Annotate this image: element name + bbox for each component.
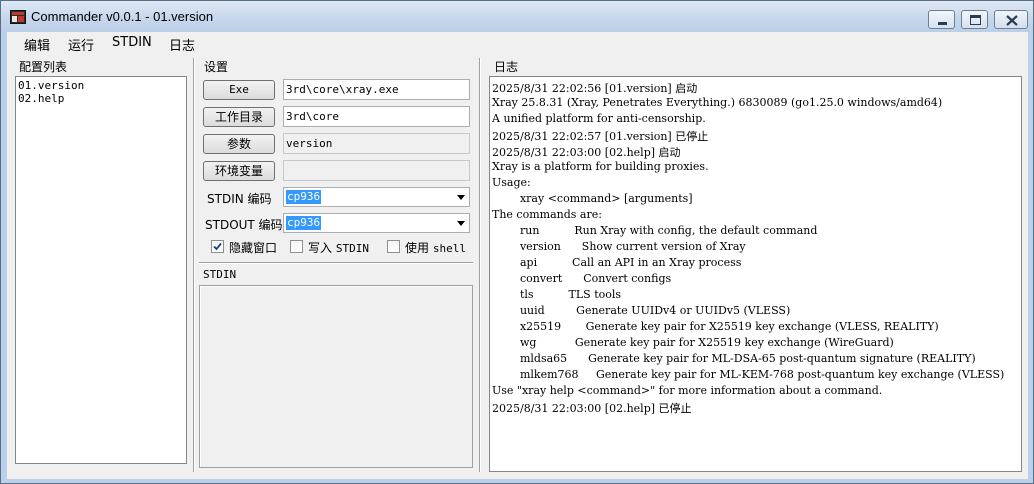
- log-line: version Show current version of Xray: [492, 240, 746, 253]
- window-title: Commander v0.0.1 - 01.version: [31, 9, 214, 24]
- menu-edit[interactable]: 编辑: [24, 35, 50, 54]
- config-list-label: 配置列表: [19, 60, 68, 74]
- settings-label: 设置: [204, 60, 229, 74]
- menu-run[interactable]: 运行: [68, 35, 94, 54]
- stdout-encoding-label: STDOUT 编码: [205, 218, 283, 232]
- write-stdin-prefix: 写入: [308, 241, 333, 255]
- log-line: run Run Xray with config, the default co…: [492, 224, 818, 237]
- use-shell-label: 使用 shell: [405, 239, 466, 256]
- close-button[interactable]: [994, 10, 1028, 29]
- checkmark-icon: [213, 242, 222, 251]
- log-line: xray <command> [arguments]: [492, 192, 693, 205]
- maximize-icon: [970, 15, 981, 25]
- log-line: mldsa65 Generate key pair for ML-DSA-65 …: [492, 352, 976, 365]
- args-button[interactable]: 参数: [203, 134, 275, 154]
- log-line: convert Convert configs: [492, 272, 672, 285]
- stdin-encoding-label: STDIN 编码: [207, 192, 272, 206]
- client-area: 编辑 运行 STDIN 日志 配置列表 01.version 02.help 设…: [7, 32, 1028, 479]
- close-icon: [1006, 15, 1018, 26]
- log-line: mlkem768 Generate key pair for ML-KEM-76…: [492, 368, 1005, 381]
- list-item[interactable]: 01.version: [18, 79, 84, 92]
- menu-log[interactable]: 日志: [169, 35, 195, 54]
- log-line: Xray 25.8.31 (Xray, Penetrates Everythin…: [492, 96, 943, 109]
- log-line: 2025/8/31 22:03:00 [02.help] 启动: [492, 146, 681, 159]
- config-list[interactable]: 01.version 02.help: [15, 76, 187, 464]
- log-line: Use "xray help <command>" for more infor…: [492, 384, 883, 397]
- hide-window-checkbox[interactable]: [211, 240, 224, 253]
- stdin-input[interactable]: [199, 285, 473, 468]
- use-shell-prefix: 使用: [405, 241, 430, 255]
- log-label: 日志: [494, 60, 519, 74]
- divider[interactable]: [479, 58, 481, 472]
- stdin-label: STDIN: [203, 268, 237, 281]
- env-field[interactable]: [283, 160, 470, 181]
- stdout-encoding-select[interactable]: cp936: [283, 213, 470, 233]
- maximize-button[interactable]: [961, 10, 988, 29]
- chevron-down-icon: [457, 221, 465, 226]
- exe-path-field[interactable]: 3rd\core\xray.exe: [283, 79, 470, 100]
- settings-divider: [199, 262, 473, 264]
- log-line: x25519 Generate key pair for X25519 key …: [492, 320, 939, 333]
- log-line: 2025/8/31 22:03:00 [02.help] 已停止: [492, 402, 692, 415]
- env-button[interactable]: 环境变量: [203, 161, 275, 181]
- app-window: Commander v0.0.1 - 01.version 编辑 运行 STDI…: [0, 0, 1034, 484]
- hide-window-label: 隐藏窗口: [229, 241, 278, 255]
- stdout-encoding-value: cp936: [286, 216, 322, 230]
- menu-bar: 编辑 运行 STDIN 日志: [7, 32, 1028, 54]
- log-line: Usage:: [492, 176, 531, 189]
- menu-stdin[interactable]: STDIN: [112, 35, 152, 50]
- log-line: tls TLS tools: [492, 288, 622, 301]
- log-line: wg Generate key pair for X25519 key exch…: [492, 336, 894, 349]
- log-line: 2025/8/31 22:02:56 [01.version] 启动: [492, 82, 698, 95]
- log-line: A unified platform for anti-censorship.: [492, 112, 706, 125]
- log-line: uuid Generate UUIDv4 or UUIDv5 (VLESS): [492, 304, 791, 317]
- log-line: The commands are:: [492, 208, 602, 221]
- list-item[interactable]: 02.help: [18, 92, 64, 105]
- write-stdin-suffix: STDIN: [335, 242, 369, 255]
- log-line: 2025/8/31 22:02:57 [01.version] 已停止: [492, 130, 709, 143]
- use-shell-suffix: shell: [432, 242, 466, 255]
- log-output[interactable]: 2025/8/31 22:02:56 [01.version] 启动 Xray …: [489, 76, 1022, 472]
- stdin-encoding-value: cp936: [286, 190, 322, 204]
- minimize-button[interactable]: [928, 10, 955, 29]
- chevron-down-icon: [457, 195, 465, 200]
- stdin-encoding-select[interactable]: cp936: [283, 187, 470, 207]
- exe-button[interactable]: Exe: [203, 80, 275, 100]
- log-line: Xray is a platform for building proxies.: [492, 160, 709, 173]
- write-stdin-checkbox[interactable]: [290, 240, 303, 253]
- title-bar[interactable]: Commander v0.0.1 - 01.version: [1, 1, 1033, 31]
- write-stdin-label: 写入 STDIN: [308, 239, 369, 256]
- divider[interactable]: [193, 58, 195, 472]
- workdir-field[interactable]: 3rd\core: [283, 106, 470, 127]
- app-icon: [10, 10, 26, 24]
- args-field[interactable]: version: [283, 133, 470, 154]
- log-line: api Call an API in an Xray process: [492, 256, 742, 269]
- use-shell-checkbox[interactable]: [387, 240, 400, 253]
- minimize-icon: [938, 22, 947, 25]
- workdir-button[interactable]: 工作目录: [203, 107, 275, 127]
